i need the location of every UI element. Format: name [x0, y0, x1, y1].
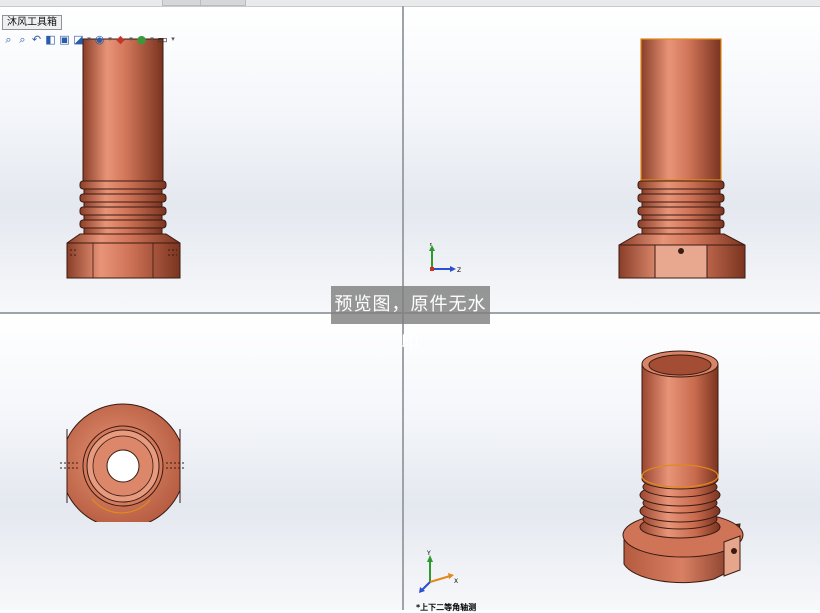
- y-axis-label: Y: [428, 243, 433, 248]
- toolbox-tab[interactable]: 沐风工具箱: [2, 15, 62, 30]
- coordinate-triad: Y Z: [422, 243, 462, 279]
- view-name-label: *上下二等角轴测: [416, 603, 477, 612]
- chevron-down-icon[interactable]: ▾: [107, 35, 113, 43]
- zoom-to-area-icon[interactable]: ⌕: [16, 33, 29, 46]
- view-settings-icon[interactable]: ▭: [156, 33, 169, 46]
- chevron-down-icon[interactable]: ▾: [86, 35, 92, 43]
- part-isometric-view: [622, 350, 744, 584]
- z-axis-label: Z: [457, 267, 461, 274]
- viewport-top[interactable]: [0, 314, 402, 610]
- part-top-view: [60, 403, 186, 522]
- chevron-down-icon[interactable]: ▾: [128, 35, 134, 43]
- edit-appearance-icon[interactable]: ◆: [114, 33, 127, 46]
- section-view-icon[interactable]: ◧: [44, 33, 57, 46]
- x-axis-label: X: [454, 578, 458, 585]
- document-tab[interactable]: [200, 0, 246, 6]
- part-right-view: [618, 38, 746, 279]
- chevron-down-icon[interactable]: ▾: [170, 35, 176, 43]
- viewport-right[interactable]: Y Z: [404, 7, 820, 312]
- apply-scene-icon[interactable]: ●: [135, 33, 148, 46]
- display-style-icon[interactable]: ◪: [72, 33, 85, 46]
- viewport-front[interactable]: 沐风工具箱 ⌕ ⌕ ↶ ◧ ▣ ◪ ▾ ◉ ▾ ◆ ▾ ● ▾ ▭ ▾: [0, 7, 402, 312]
- viewport-isometric[interactable]: Y X: [404, 314, 820, 610]
- hide-show-items-icon[interactable]: ◉: [93, 33, 106, 46]
- view-orientation-icon[interactable]: ▣: [58, 33, 71, 46]
- chevron-down-icon[interactable]: ▾: [149, 35, 155, 43]
- zoom-to-fit-icon[interactable]: ⌕: [2, 33, 15, 46]
- document-tab-bar: [0, 0, 820, 7]
- y-axis-label: Y: [426, 550, 431, 557]
- heads-up-view-toolbar: ⌕ ⌕ ↶ ◧ ▣ ◪ ▾ ◉ ▾ ◆ ▾ ● ▾ ▭ ▾: [2, 31, 176, 47]
- part-front-view: [66, 38, 181, 279]
- coordinate-triad: Y X: [416, 550, 460, 594]
- previous-view-icon[interactable]: ↶: [30, 33, 43, 46]
- watermark: 预览图，原件无水印: [331, 286, 490, 353]
